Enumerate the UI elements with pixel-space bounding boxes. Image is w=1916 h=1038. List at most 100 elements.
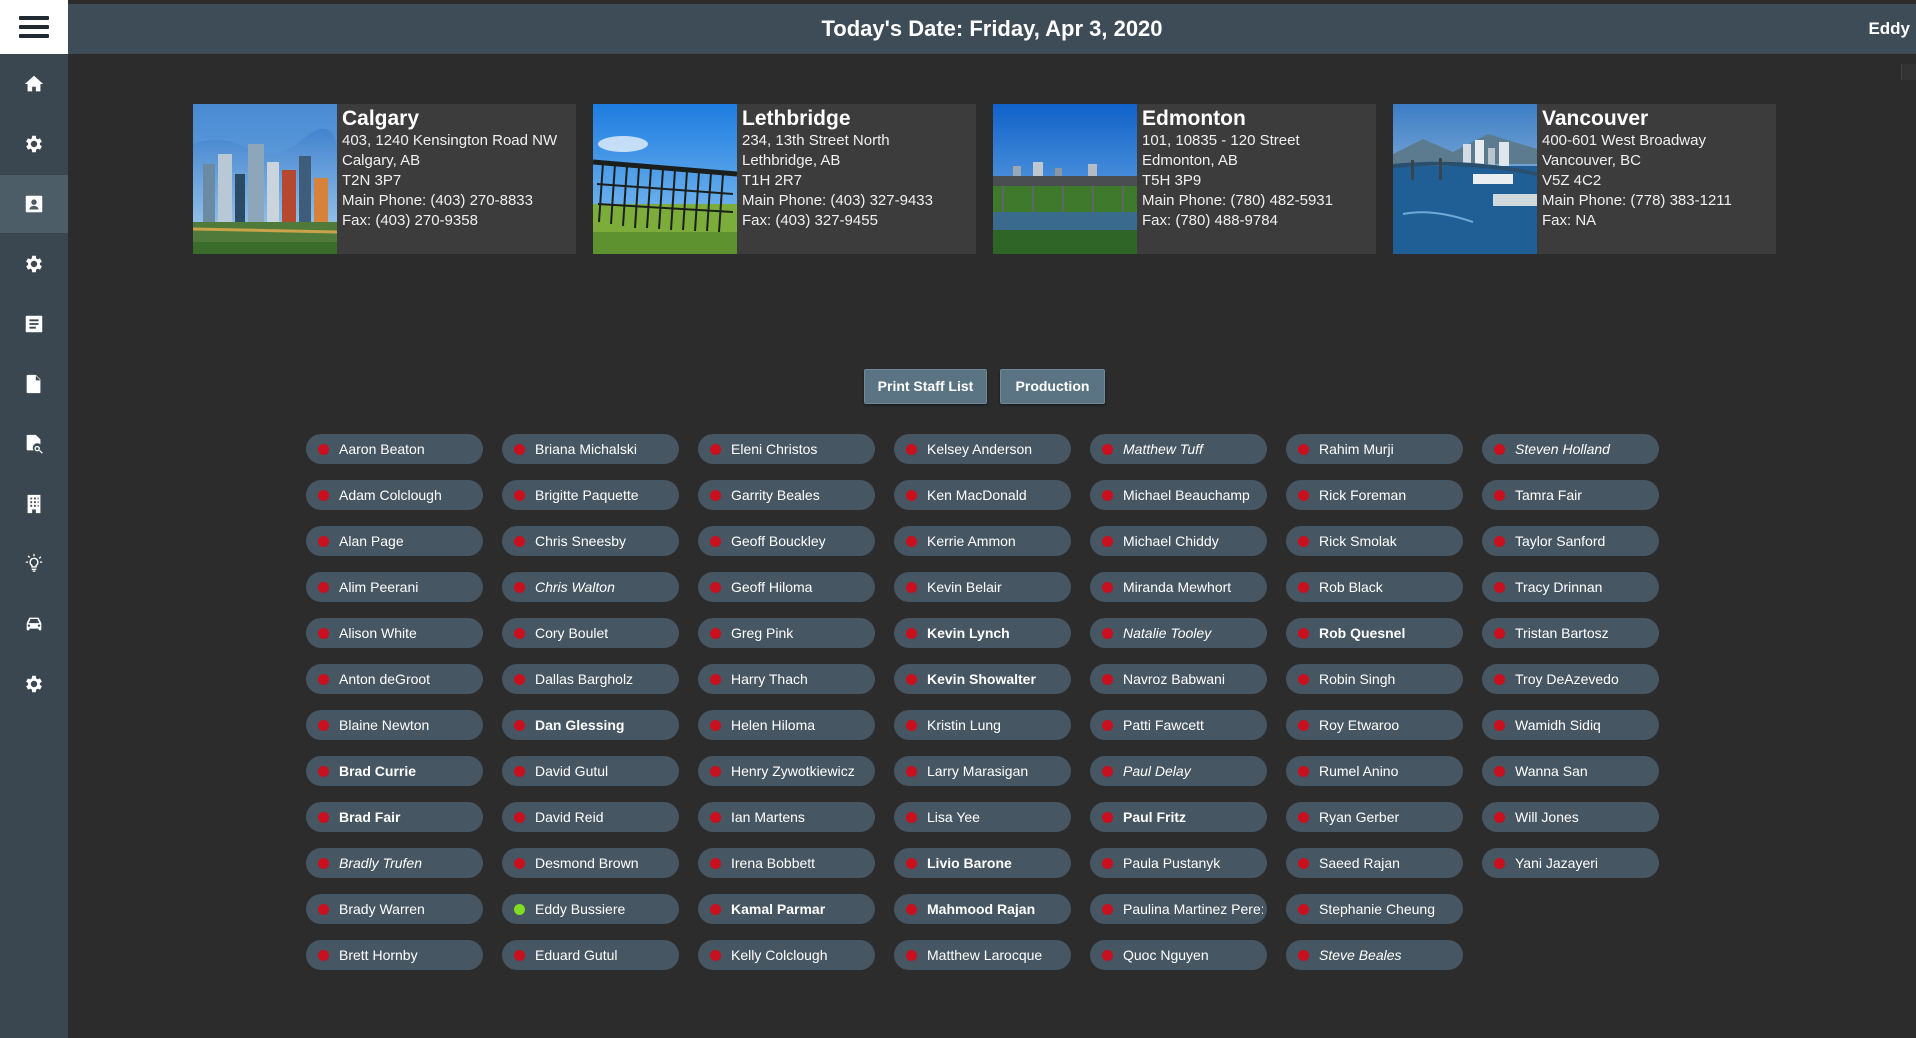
scrollbar-button[interactable]: [1901, 64, 1916, 80]
staff-button[interactable]: Steve Beales: [1286, 940, 1463, 970]
current-user[interactable]: Eddy: [1868, 4, 1910, 54]
staff-button[interactable]: Kevin Lynch: [894, 618, 1071, 648]
staff-button[interactable]: Dan Glessing: [502, 710, 679, 740]
staff-button[interactable]: Natalie Tooley: [1090, 618, 1267, 648]
staff-button[interactable]: Desmond Brown: [502, 848, 679, 878]
staff-button[interactable]: Alison White: [306, 618, 483, 648]
staff-button[interactable]: Paulina Martinez Pere:: [1090, 894, 1267, 924]
staff-button[interactable]: Lisa Yee: [894, 802, 1071, 832]
staff-button[interactable]: Michael Beauchamp: [1090, 480, 1267, 510]
staff-button[interactable]: Matthew Tuff: [1090, 434, 1267, 464]
staff-button[interactable]: Anton deGroot: [306, 664, 483, 694]
staff-button[interactable]: Kelly Colclough: [698, 940, 875, 970]
sidebar-item-file-6[interactable]: [0, 355, 68, 413]
staff-button[interactable]: Ian Martens: [698, 802, 875, 832]
staff-button[interactable]: Brad Currie: [306, 756, 483, 786]
staff-button[interactable]: Troy DeAzevedo: [1482, 664, 1659, 694]
staff-button[interactable]: Eduard Gutul: [502, 940, 679, 970]
staff-button[interactable]: Bradly Trufen: [306, 848, 483, 878]
staff-button[interactable]: Larry Marasigan: [894, 756, 1071, 786]
staff-button[interactable]: Ken MacDonald: [894, 480, 1071, 510]
staff-button[interactable]: Mahmood Rajan: [894, 894, 1071, 924]
production-button[interactable]: Production: [1000, 369, 1105, 404]
staff-button[interactable]: David Reid: [502, 802, 679, 832]
staff-button[interactable]: Wamidh Sidiq: [1482, 710, 1659, 740]
staff-button[interactable]: Dallas Bargholz: [502, 664, 679, 694]
staff-name: Rob Black: [1319, 579, 1383, 595]
staff-button[interactable]: Briana Michalski: [502, 434, 679, 464]
staff-button[interactable]: Harry Thach: [698, 664, 875, 694]
staff-button[interactable]: Patti Fawcett: [1090, 710, 1267, 740]
staff-button[interactable]: Navroz Babwani: [1090, 664, 1267, 694]
staff-button[interactable]: Will Jones: [1482, 802, 1659, 832]
staff-button[interactable]: Kamal Parmar: [698, 894, 875, 924]
status-dot-icon: [710, 950, 721, 961]
staff-button[interactable]: Blaine Newton: [306, 710, 483, 740]
sidebar-item-gear-4[interactable]: [0, 235, 68, 293]
menu-toggle-button[interactable]: [0, 0, 68, 54]
staff-button[interactable]: Livio Barone: [894, 848, 1071, 878]
staff-button[interactable]: Taylor Sanford: [1482, 526, 1659, 556]
staff-button[interactable]: Steven Holland: [1482, 434, 1659, 464]
staff-button[interactable]: Eleni Christos: [698, 434, 875, 464]
staff-button[interactable]: Yani Jazayeri: [1482, 848, 1659, 878]
sidebar-item-gear-2[interactable]: [0, 115, 68, 173]
staff-button[interactable]: Kevin Showalter: [894, 664, 1071, 694]
staff-button[interactable]: Geoff Hiloma: [698, 572, 875, 602]
staff-button[interactable]: Alan Page: [306, 526, 483, 556]
staff-button[interactable]: Garrity Beales: [698, 480, 875, 510]
staff-button[interactable]: Tristan Bartosz: [1482, 618, 1659, 648]
staff-button[interactable]: Michael Chiddy: [1090, 526, 1267, 556]
staff-button[interactable]: Matthew Larocque: [894, 940, 1071, 970]
staff-button[interactable]: Paul Delay: [1090, 756, 1267, 786]
staff-button[interactable]: Ryan Gerber: [1286, 802, 1463, 832]
staff-button[interactable]: Alim Peerani: [306, 572, 483, 602]
staff-button[interactable]: Rob Black: [1286, 572, 1463, 602]
staff-button[interactable]: Quoc Nguyen: [1090, 940, 1267, 970]
staff-button[interactable]: Chris Sneesby: [502, 526, 679, 556]
staff-button[interactable]: Rob Quesnel: [1286, 618, 1463, 648]
staff-button[interactable]: David Gutul: [502, 756, 679, 786]
staff-button[interactable]: Rick Smolak: [1286, 526, 1463, 556]
sidebar-item-gear-11[interactable]: [0, 655, 68, 713]
sidebar-item-home-1[interactable]: [0, 55, 68, 113]
staff-button[interactable]: Rick Foreman: [1286, 480, 1463, 510]
staff-button[interactable]: Irena Bobbett: [698, 848, 875, 878]
staff-button[interactable]: Helen Hiloma: [698, 710, 875, 740]
staff-button[interactable]: Brett Hornby: [306, 940, 483, 970]
staff-button[interactable]: Cory Boulet: [502, 618, 679, 648]
staff-button[interactable]: Paula Pustanyk: [1090, 848, 1267, 878]
staff-button[interactable]: Greg Pink: [698, 618, 875, 648]
staff-button[interactable]: Tamra Fair: [1482, 480, 1659, 510]
staff-button[interactable]: Robin Singh: [1286, 664, 1463, 694]
sidebar-item-list-document-5[interactable]: [0, 295, 68, 353]
staff-button[interactable]: Henry Zywotkiewicz: [698, 756, 875, 786]
staff-button[interactable]: Roy Etwaroo: [1286, 710, 1463, 740]
staff-button[interactable]: Kelsey Anderson: [894, 434, 1071, 464]
staff-button[interactable]: Kevin Belair: [894, 572, 1071, 602]
staff-button[interactable]: Stephanie Cheung: [1286, 894, 1463, 924]
staff-button[interactable]: Eddy Bussiere: [502, 894, 679, 924]
print-staff-list-button[interactable]: Print Staff List: [864, 369, 987, 404]
staff-button[interactable]: Saeed Rajan: [1286, 848, 1463, 878]
staff-button[interactable]: Miranda Mewhort: [1090, 572, 1267, 602]
sidebar-item-contact-card-3[interactable]: [0, 175, 68, 233]
staff-button[interactable]: Rahim Murji: [1286, 434, 1463, 464]
staff-button[interactable]: Geoff Bouckley: [698, 526, 875, 556]
staff-button[interactable]: Tracy Drinnan: [1482, 572, 1659, 602]
staff-button[interactable]: Wanna San: [1482, 756, 1659, 786]
staff-button[interactable]: Brigitte Paquette: [502, 480, 679, 510]
staff-button[interactable]: Adam Colclough: [306, 480, 483, 510]
staff-button[interactable]: Brad Fair: [306, 802, 483, 832]
sidebar-item-lightbulb-9[interactable]: [0, 535, 68, 593]
staff-button[interactable]: Rumel Anino: [1286, 756, 1463, 786]
staff-button[interactable]: Chris Walton: [502, 572, 679, 602]
sidebar-item-car-10[interactable]: [0, 595, 68, 653]
staff-button[interactable]: Kerrie Ammon: [894, 526, 1071, 556]
staff-button[interactable]: Brady Warren: [306, 894, 483, 924]
staff-button[interactable]: Paul Fritz: [1090, 802, 1267, 832]
staff-button[interactable]: Aaron Beaton: [306, 434, 483, 464]
sidebar-item-building-8[interactable]: [0, 475, 68, 533]
staff-button[interactable]: Kristin Lung: [894, 710, 1071, 740]
sidebar-item-file-search-7[interactable]: [0, 415, 68, 473]
